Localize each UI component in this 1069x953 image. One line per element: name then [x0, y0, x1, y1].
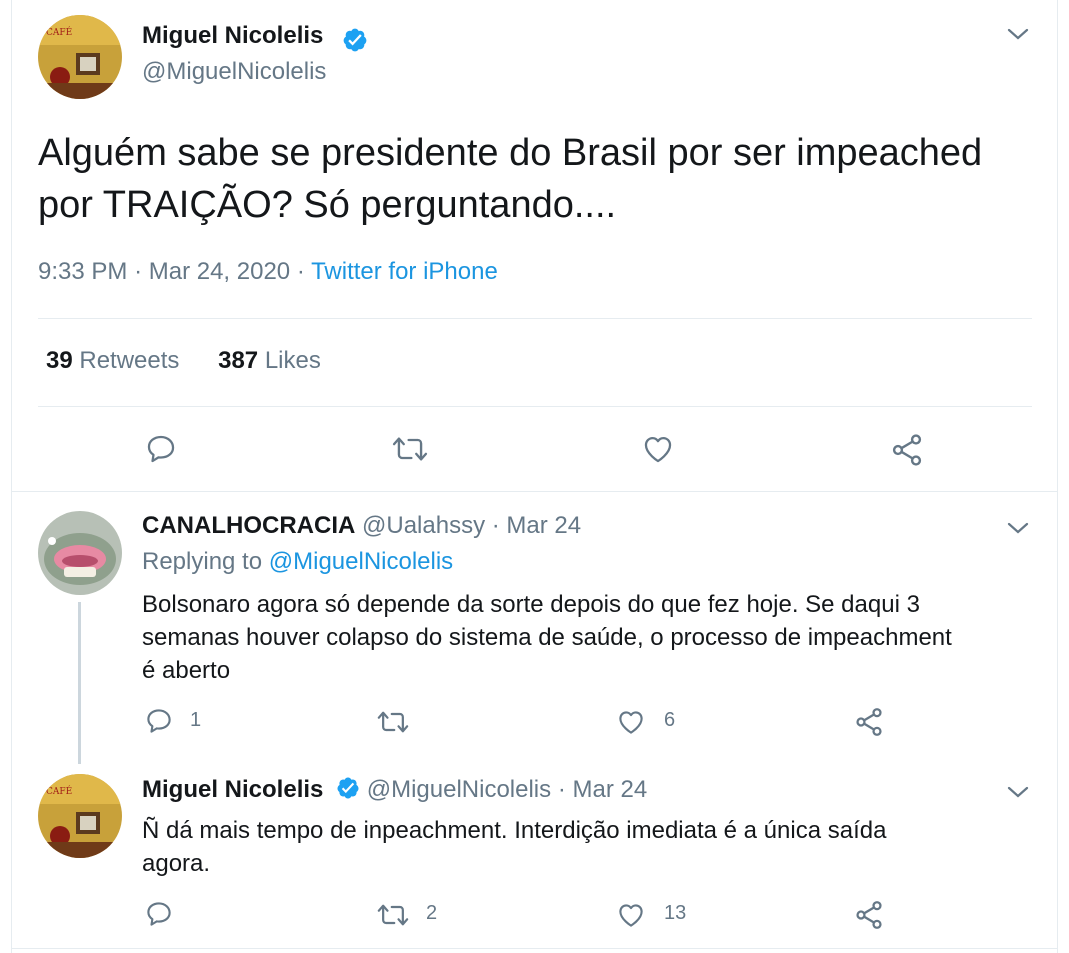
like-heart-icon[interactable] [615, 707, 647, 737]
verified-badge-icon [336, 776, 360, 807]
replying-to: Replying to @MiguelNicolelis [142, 548, 453, 576]
share-icon[interactable] [853, 706, 885, 738]
like-heart-icon[interactable] [640, 432, 676, 466]
thread-line [78, 602, 81, 764]
like-count: 6 [664, 709, 676, 731]
tweet-text-line: por TRAIÇÃO? Só perguntando.... [38, 184, 617, 226]
tweet-header: CANALHOCRACIA @Ualahssy · Mar 24 [142, 512, 581, 540]
tweet-time[interactable]: 9:33 PM [38, 258, 127, 285]
tweet-header: Miguel Nicolelis @MiguelNicolelis · Mar … [142, 776, 647, 807]
svg-text:CAFÉ: CAFÉ [46, 26, 72, 38]
author-name[interactable]: Miguel Nicolelis [142, 776, 323, 803]
author-handle[interactable]: @MiguelNicolelis [367, 776, 551, 803]
like-count: 13 [664, 902, 687, 924]
reply-icon[interactable] [144, 432, 178, 466]
retweets-stat[interactable]: 39 Retweets [46, 347, 186, 374]
author-handle[interactable]: @Ualahssy [362, 512, 485, 539]
separator: · [557, 776, 566, 803]
share-icon[interactable] [853, 899, 885, 931]
avatar[interactable]: CAFÉ [38, 15, 122, 99]
tweet-text-line: Ñ dá mais tempo de inpeachment. Interdiç… [142, 817, 887, 844]
separator: · [296, 258, 305, 285]
retweet-icon[interactable] [377, 707, 409, 737]
tweet-date[interactable]: Mar 24 [506, 512, 581, 539]
tweet-text-line: Bolsonaro agora só depende da sorte depo… [142, 591, 920, 618]
tweet-text-line: semanas houver colapso do sistema de saú… [142, 624, 952, 651]
retweets-label: Retweets [79, 347, 180, 374]
divider [38, 406, 1032, 407]
tweet-date[interactable]: Mar 24, 2020 [149, 258, 290, 285]
reply-count: 1 [190, 709, 202, 731]
author-name[interactable]: Miguel Nicolelis [142, 22, 323, 50]
tweet-date[interactable]: Mar 24 [572, 776, 647, 803]
author-handle[interactable]: @MiguelNicolelis [142, 58, 326, 86]
like-heart-icon[interactable] [615, 900, 647, 930]
retweet-count: 2 [426, 902, 438, 924]
author-name[interactable]: CANALHOCRACIA [142, 512, 355, 539]
chevron-down-icon[interactable] [1006, 520, 1030, 536]
divider [11, 491, 1058, 492]
replying-handle-link[interactable]: @MiguelNicolelis [269, 548, 453, 575]
chevron-down-icon[interactable] [1006, 784, 1030, 800]
reply-icon[interactable] [144, 706, 174, 736]
avatar[interactable] [38, 511, 122, 595]
retweet-icon[interactable] [377, 900, 409, 930]
replying-label: Replying to [142, 548, 263, 575]
tweet-text-line: agora. [142, 850, 211, 877]
separator: · [491, 512, 500, 539]
separator: · [134, 258, 143, 285]
reply-icon[interactable] [144, 899, 174, 929]
engagement-stats: 39 Retweets 387 Likes [46, 347, 321, 375]
avatar[interactable]: CAFÉ [38, 774, 122, 858]
divider [11, 948, 1058, 949]
tweet-source-link[interactable]: Twitter for iPhone [311, 258, 498, 285]
retweets-count: 39 [46, 347, 73, 374]
likes-stat[interactable]: 387 Likes [218, 347, 321, 374]
retweet-icon[interactable] [392, 432, 428, 466]
tweet-text-line: Alguém sabe se presidente do Brasil por … [38, 132, 983, 174]
tweet-text-line: é aberto [142, 657, 231, 684]
verified-badge-icon [342, 27, 368, 58]
tweet-metadata: 9:33 PM · Mar 24, 2020 · Twitter for iPh… [38, 258, 498, 286]
likes-count: 387 [218, 347, 259, 374]
divider [38, 318, 1032, 319]
likes-label: Likes [264, 347, 321, 374]
svg-text:CAFÉ: CAFÉ [46, 785, 72, 797]
chevron-down-icon[interactable] [1006, 26, 1030, 42]
share-icon[interactable] [889, 432, 925, 468]
